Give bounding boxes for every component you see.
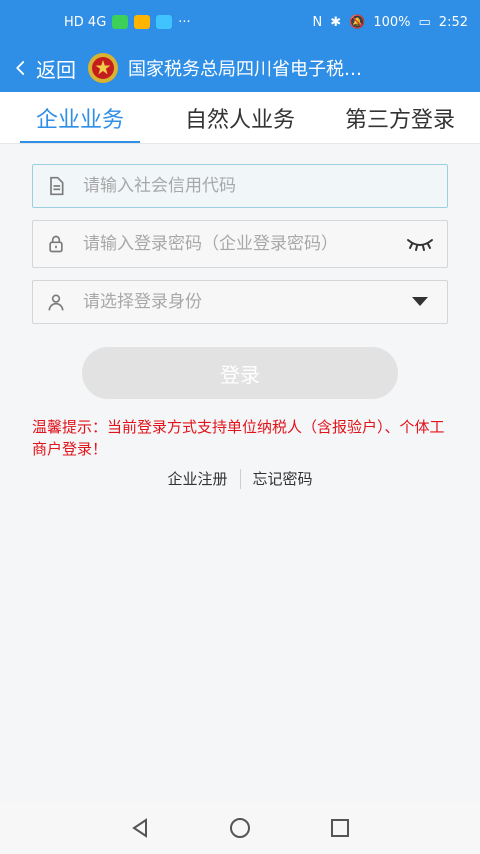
tab-third-party[interactable]: 第三方登录 (320, 92, 480, 143)
status-bar: HD 4G ··· N ✱ 🔕 100% ▭ 2:52 (0, 0, 480, 44)
chevron-left-icon (16, 61, 25, 75)
app-bar: 返回 国家税务总局四川省电子税… (0, 44, 480, 92)
nav-back-icon[interactable] (126, 814, 154, 842)
password-input[interactable]: 请输入登录密码（企业登录密码） (32, 220, 448, 268)
eye-closed-icon[interactable] (405, 233, 435, 255)
more-icon: ··· (178, 14, 191, 30)
credit-code-input[interactable]: 请输入社会信用代码 (32, 164, 448, 208)
status-right: N ✱ 🔕 100% ▭ 2:52 (313, 15, 469, 30)
battery-label: 100% (373, 14, 411, 30)
mute-icon: 🔕 (349, 14, 366, 30)
footer-links: 企业注册 忘记密码 (0, 468, 480, 489)
tab-natural-person[interactable]: 自然人业务 (160, 92, 320, 143)
time-label: 2:52 (438, 14, 468, 30)
nav-recent-icon[interactable] (326, 814, 354, 842)
login-tip: 温馨提示：当前登录方式支持单位纳税人（含报验户）、个体工商户登录！ (32, 418, 445, 458)
identity-select[interactable]: 请选择登录身份 (32, 280, 448, 324)
back-button[interactable]: 返回 (12, 54, 76, 83)
link-divider (239, 468, 241, 489)
identity-placeholder: 请选择登录身份 (83, 292, 202, 312)
forgot-password-link[interactable]: 忘记密码 (253, 468, 313, 489)
login-form: 请输入社会信用代码 请输入登录密码（企业登录密码） 请选择登录身份 (32, 164, 448, 336)
top-bar: HD 4G ··· N ✱ 🔕 100% ▭ 2:52 返回 国家税务总局四川省… (0, 0, 480, 92)
credit-code-placeholder: 请输入社会信用代码 (83, 176, 236, 196)
back-label: 返回 (36, 57, 76, 82)
network-indicator: HD 4G (64, 14, 107, 30)
document-icon (45, 175, 67, 197)
tab-enterprise[interactable]: 企业业务 (0, 92, 160, 143)
bluetooth-icon: ✱ (330, 14, 342, 30)
app-icon (156, 15, 173, 29)
system-nav-bar (0, 802, 480, 854)
dropdown-arrow-icon[interactable] (405, 291, 435, 313)
register-link[interactable]: 企业注册 (167, 468, 227, 489)
login-button[interactable]: 登录 (82, 347, 398, 399)
app-icon (112, 15, 129, 29)
tab-bar: 企业业务 自然人业务 第三方登录 (0, 92, 480, 144)
nav-home-icon[interactable] (226, 814, 254, 842)
page-title: 国家税务总局四川省电子税… (128, 59, 362, 80)
app-icon (134, 15, 151, 29)
tax-emblem-icon (88, 53, 118, 83)
nfc-icon: N (312, 14, 323, 30)
status-left: HD 4G ··· (64, 15, 191, 30)
password-placeholder: 请输入登录密码（企业登录密码） (83, 234, 338, 254)
battery-icon: ▭ (418, 14, 431, 30)
lock-icon (45, 233, 67, 255)
user-icon (45, 291, 67, 313)
